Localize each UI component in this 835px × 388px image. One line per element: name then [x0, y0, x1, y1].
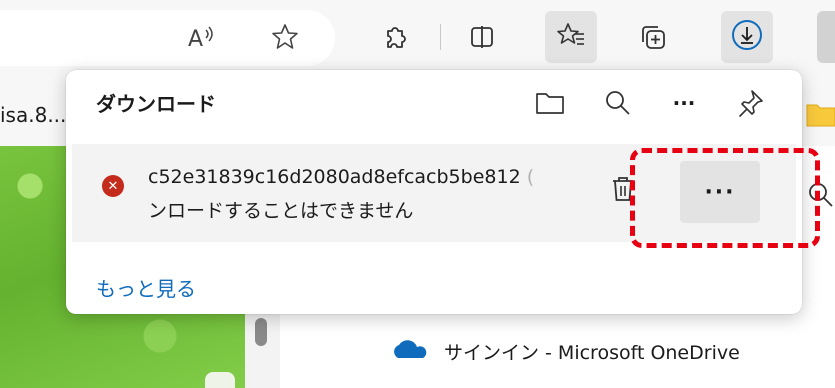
- split-screen-icon[interactable]: [462, 17, 502, 57]
- downloads-icon: [730, 18, 764, 56]
- toolbar-separator: [440, 24, 441, 50]
- favorites-icon: [556, 20, 586, 54]
- favorites-button[interactable]: [545, 11, 597, 63]
- onedrive-link[interactable]: サインイン - Microsoft OneDrive: [390, 338, 740, 365]
- collections-icon[interactable]: [633, 17, 673, 57]
- filename-overflow: (: [526, 166, 535, 188]
- profile-button[interactable]: [817, 11, 835, 63]
- see-more-link[interactable]: もっと見る: [96, 273, 196, 302]
- more-options-icon[interactable]: ···: [664, 83, 704, 123]
- highlight-annotation: [630, 148, 820, 248]
- browser-toolbar: A: [0, 0, 835, 76]
- error-icon: ✕: [102, 175, 124, 197]
- folder-icon[interactable]: [806, 100, 835, 132]
- extensions-icon[interactable]: [375, 17, 415, 57]
- ball-image: [205, 372, 235, 388]
- search-icon[interactable]: [598, 83, 638, 123]
- scrollbar-thumb[interactable]: [255, 318, 267, 346]
- pin-icon[interactable]: [730, 83, 770, 123]
- svg-text:A: A: [188, 27, 203, 52]
- onedrive-label: サインイン - Microsoft OneDrive: [444, 342, 740, 364]
- download-status: ンロードすることはできません: [148, 200, 414, 222]
- favorites-bar-item[interactable]: isa.8...: [0, 103, 66, 127]
- open-folder-icon[interactable]: [530, 83, 570, 123]
- download-filename: c52e31839c16d2080ad8efcacb5be812 (: [148, 166, 535, 188]
- onedrive-cloud-icon: [390, 338, 430, 365]
- read-aloud-icon[interactable]: A: [180, 17, 220, 57]
- downloads-button[interactable]: [721, 11, 773, 63]
- favorite-star-icon[interactable]: [265, 17, 305, 57]
- downloads-panel-title: ダウンロード: [96, 92, 216, 116]
